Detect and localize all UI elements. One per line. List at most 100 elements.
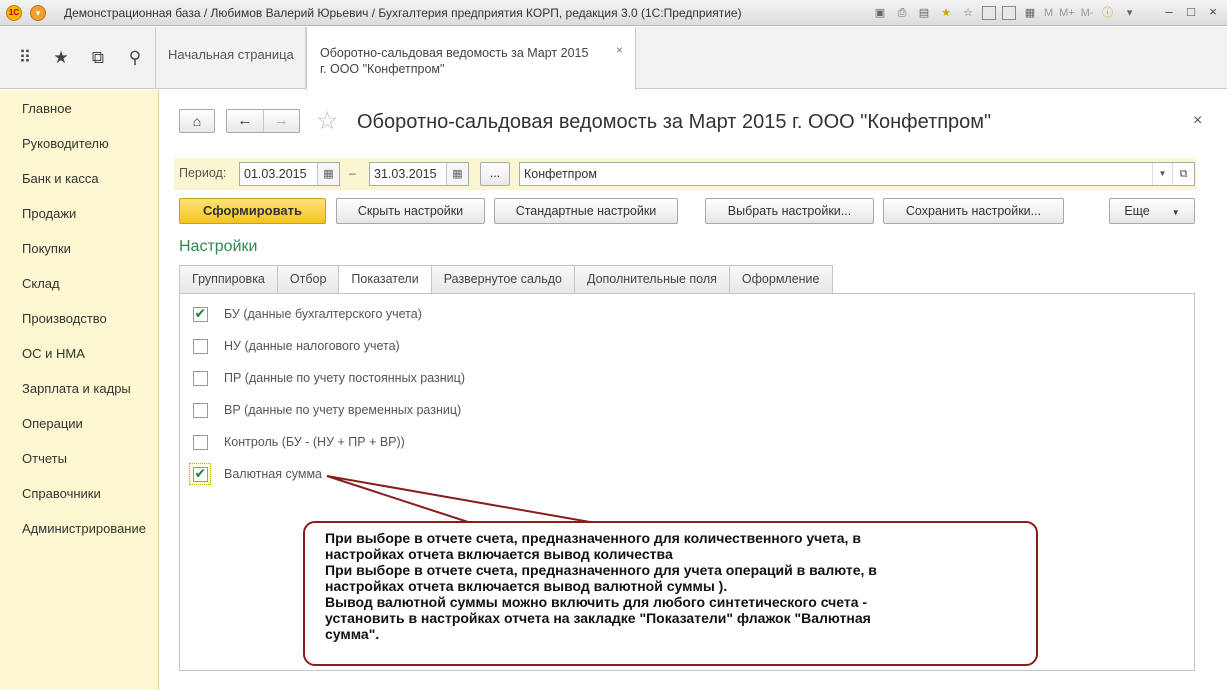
save-settings-button[interactable]: Сохранить настройки... bbox=[883, 198, 1064, 224]
sidebar-item-reports[interactable]: Отчеты bbox=[0, 441, 158, 476]
save-icon[interactable]: ▣ bbox=[872, 5, 888, 21]
page-title: Оборотно-сальдовая ведомость за Март 201… bbox=[357, 111, 992, 133]
tab-report-label-line2: г. ООО "Конфетпром" bbox=[320, 62, 445, 76]
favorites-star-icon[interactable]: ★ bbox=[50, 47, 72, 69]
close-window-icon[interactable]: × bbox=[1204, 4, 1222, 19]
tab-indicators[interactable]: Показатели bbox=[338, 265, 431, 294]
sidebar-item-purchases[interactable]: Покупки bbox=[0, 231, 158, 266]
date-to-input[interactable]: 31.03.2015 ▦ bbox=[369, 162, 469, 186]
checkbox-label: Валютная сумма bbox=[224, 467, 323, 481]
callout-line: При выборе в отчете счета, предназначенн… bbox=[325, 530, 861, 546]
window-titlebar: 1С ▾ Демонстрационная база / Любимов Вал… bbox=[0, 0, 1227, 26]
sidebar-item-main[interactable]: Главное bbox=[0, 91, 158, 126]
tab-report-label-line1: Оборотно-сальдовая ведомость за Март 201… bbox=[320, 46, 589, 60]
sidebar-item-fixed-assets[interactable]: ОС и НМА bbox=[0, 336, 158, 371]
organization-value: Конфетпром bbox=[524, 167, 597, 181]
tab-expanded-balance[interactable]: Развернутое сальдо bbox=[430, 265, 574, 294]
hide-settings-button[interactable]: Скрыть настройки bbox=[336, 198, 485, 224]
calendar-icon[interactable] bbox=[1002, 6, 1016, 20]
tab-balance-report[interactable]: Оборотно-сальдовая ведомость за Март 201… bbox=[306, 27, 636, 90]
memory-plus-button[interactable]: M+ bbox=[1059, 7, 1075, 19]
period-bar: Период: 01.03.2015 ▦ – 31.03.2015 ▦ ... … bbox=[174, 158, 1196, 190]
checkbox-label: БУ (данные бухгалтерского учета) bbox=[224, 307, 422, 321]
memory-button[interactable]: M bbox=[1044, 7, 1053, 19]
checkbox-bu[interactable] bbox=[192, 305, 208, 322]
sidebar-item-bank[interactable]: Банк и касса bbox=[0, 161, 158, 196]
tab-appearance[interactable]: Оформление bbox=[728, 265, 833, 294]
callout-line: установить в настройках отчета на заклад… bbox=[325, 610, 871, 626]
tab-home-page[interactable]: Начальная страница bbox=[156, 27, 306, 89]
checkbox-control[interactable] bbox=[192, 434, 208, 450]
sidebar-item-operations[interactable]: Операции bbox=[0, 406, 158, 441]
sidebar-item-manager[interactable]: Руководителю bbox=[0, 126, 158, 161]
dropdown-chevron-icon[interactable]: ▼ bbox=[1152, 163, 1172, 185]
sidebar-item-sales[interactable]: Продажи bbox=[0, 196, 158, 231]
tab-grouping[interactable]: Группировка bbox=[179, 265, 277, 294]
maximize-icon[interactable]: □ bbox=[1182, 4, 1200, 19]
checkbox-row-control[interactable]: Контроль (БУ - (НУ + ПР + ВР)) bbox=[189, 432, 405, 452]
checkbox-label: ВР (данные по учету временных разниц) bbox=[224, 403, 462, 417]
settings-section-title: Настройки bbox=[179, 238, 258, 255]
sidebar-item-warehouse[interactable]: Склад bbox=[0, 266, 158, 301]
callout-line: настройках отчета включается вывод валют… bbox=[325, 578, 728, 594]
checkbox-row-bu[interactable]: БУ (данные бухгалтерского учета) bbox=[189, 304, 422, 324]
tab-filter[interactable]: Отбор bbox=[276, 265, 339, 294]
sidebar-item-catalogs[interactable]: Справочники bbox=[0, 476, 158, 511]
top-panel: ⠿ ★ ⧉ ⚲ Начальная страница Оборотно-саль… bbox=[0, 27, 1227, 90]
checkbox-pr[interactable] bbox=[192, 370, 208, 386]
checkbox-row-vr[interactable]: ВР (данные по учету временных разниц) bbox=[189, 400, 461, 420]
more-button[interactable]: Еще ▼ bbox=[1109, 198, 1195, 224]
choose-settings-button[interactable]: Выбрать настройки... bbox=[705, 198, 874, 224]
back-arrow-icon[interactable]: ← bbox=[227, 110, 264, 132]
history-icon[interactable]: ⧉ bbox=[87, 47, 109, 69]
checkbox-row-currency[interactable]: Валютная сумма bbox=[189, 463, 323, 485]
main-menu-icon[interactable]: ▾ bbox=[30, 5, 46, 21]
favorites-icon[interactable]: ☆ bbox=[960, 5, 976, 21]
memory-minus-button[interactable]: M- bbox=[1081, 7, 1094, 19]
caret-down-icon: ▼ bbox=[1171, 208, 1180, 217]
minimize-icon[interactable]: – bbox=[1160, 4, 1178, 19]
more-label: Еще bbox=[1124, 204, 1150, 218]
chevron-down-icon[interactable]: ▾ bbox=[1122, 5, 1138, 21]
generate-button[interactable]: Сформировать bbox=[179, 198, 326, 224]
tab-additional-fields[interactable]: Дополнительные поля bbox=[573, 265, 729, 294]
checkbox-nu[interactable] bbox=[192, 338, 208, 354]
calendar-picker-icon[interactable]: ▦ bbox=[446, 163, 468, 185]
sidebar-item-administration[interactable]: Администрирование bbox=[0, 511, 158, 546]
apps-grid-icon[interactable]: ⠿ bbox=[14, 47, 36, 69]
checkbox-vr[interactable] bbox=[192, 402, 208, 418]
close-tab-icon[interactable]: × bbox=[616, 42, 623, 58]
preview-icon[interactable]: ▤ bbox=[916, 5, 932, 21]
callout-line: Вывод валютной суммы можно включить для … bbox=[325, 594, 868, 610]
close-form-icon[interactable]: × bbox=[1193, 112, 1202, 130]
app-logo-icon: 1С bbox=[6, 5, 22, 21]
checkbox-row-pr[interactable]: ПР (данные по учету постоянных разниц) bbox=[189, 368, 465, 388]
calendar-picker-icon[interactable]: ▦ bbox=[317, 163, 339, 185]
open-icon[interactable]: ⧉ bbox=[1172, 163, 1194, 185]
sidebar-item-payroll[interactable]: Зарплата и кадры bbox=[0, 371, 158, 406]
search-icon[interactable]: ⚲ bbox=[124, 47, 146, 69]
organization-input[interactable]: Конфетпром ▼ ⧉ bbox=[519, 162, 1195, 186]
info-icon[interactable]: ⓘ bbox=[1100, 5, 1116, 21]
callout-line: При выборе в отчете счета, предназначенн… bbox=[325, 562, 877, 578]
date-separator: – bbox=[349, 166, 356, 180]
calculator-icon[interactable] bbox=[982, 6, 996, 20]
standard-settings-button[interactable]: Стандартные настройки bbox=[494, 198, 678, 224]
date-from-input[interactable]: 01.03.2015 ▦ bbox=[239, 162, 340, 186]
checkbox-row-nu[interactable]: НУ (данные налогового учета) bbox=[189, 336, 400, 356]
checkbox-label: НУ (данные налогового учета) bbox=[224, 339, 400, 353]
home-button[interactable]: ⌂ bbox=[179, 109, 215, 133]
annotation-callout: При выборе в отчете счета, предназначенн… bbox=[303, 521, 1038, 666]
print-icon[interactable]: ⎙ bbox=[894, 5, 910, 21]
callout-line: сумма". bbox=[325, 626, 380, 642]
checkbox-currency-amount[interactable] bbox=[192, 465, 208, 482]
sidebar-item-production[interactable]: Производство bbox=[0, 301, 158, 336]
home-icon: ⌂ bbox=[192, 113, 202, 129]
forward-arrow-icon[interactable]: → bbox=[264, 110, 300, 132]
favorite-star-icon[interactable]: ☆ bbox=[316, 106, 338, 136]
add-favorite-icon[interactable]: ★ bbox=[938, 5, 954, 21]
document-icon[interactable]: ▦ bbox=[1022, 5, 1038, 21]
window-title: Демонстрационная база / Любимов Валерий … bbox=[64, 6, 742, 20]
period-select-button[interactable]: ... bbox=[480, 162, 510, 186]
date-from-value: 01.03.2015 bbox=[244, 167, 307, 181]
